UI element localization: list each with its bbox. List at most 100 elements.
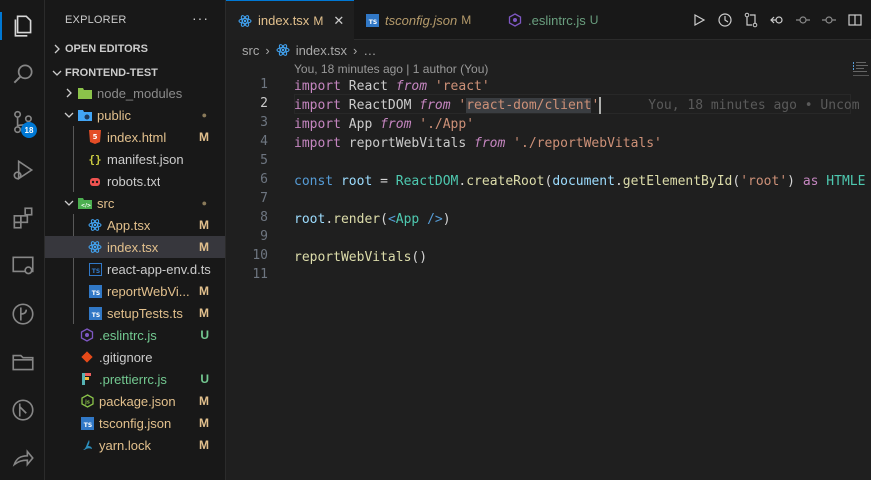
gitlens-icon[interactable]: [0, 390, 45, 430]
git-graph-icon[interactable]: [0, 294, 45, 334]
code-line[interactable]: import React from 'react': [294, 77, 490, 96]
editor-tabs: index.tsx M ✕ TS tsconfig.json M .eslint…: [226, 0, 871, 40]
tab-status: U: [589, 13, 599, 27]
tree-item-label: package.json: [99, 393, 176, 409]
activity-bar: 18: [0, 0, 45, 480]
code-token: />: [419, 212, 443, 227]
project-section[interactable]: FRONTEND-TEST: [45, 62, 225, 84]
compare-changes-icon[interactable]: [741, 10, 761, 30]
breadcrumb-symbols[interactable]: …: [363, 43, 376, 58]
code-token: as: [802, 174, 819, 189]
extensions-icon[interactable]: [0, 198, 45, 238]
chevron-right-icon: [54, 44, 60, 54]
folder-src-icon: </>: [77, 195, 93, 211]
line-number: 10: [252, 248, 268, 263]
code-token: =: [372, 174, 396, 189]
tree-item-eslintrc[interactable]: .eslintrc.js U: [45, 324, 225, 346]
code-token: getElementById: [622, 174, 733, 189]
git-status: U: [200, 328, 209, 342]
tree-item-react-app-env[interactable]: TS react-app-env.d.ts: [45, 258, 225, 280]
eslint-icon: [79, 327, 95, 343]
tree-item-index-tsx[interactable]: index.tsx M: [45, 236, 225, 258]
tree-item-src[interactable]: </> src ●: [45, 192, 225, 214]
code-token: import: [294, 117, 341, 132]
tree-item-package-json[interactable]: js package.json M: [45, 390, 225, 412]
run-icon[interactable]: [689, 10, 709, 30]
close-icon[interactable]: ✕: [333, 13, 344, 29]
code-token: './reportWebVitals': [505, 136, 662, 151]
line-number: 9: [260, 229, 268, 244]
tree-item-prettierrc[interactable]: .prettierrc.js U: [45, 368, 225, 390]
open-editors-section[interactable]: OPEN EDITORS: [45, 38, 225, 60]
tab-eslintrc[interactable]: .eslintrc.js U: [496, 0, 616, 40]
code-token: ': [591, 98, 600, 113]
code-token: (): [411, 250, 428, 265]
tree-item-manifest-json[interactable]: {} manifest.json: [45, 148, 225, 170]
tree-item-gitignore[interactable]: .gitignore: [45, 346, 225, 368]
tree-item-node-modules[interactable]: node_modules: [45, 82, 225, 104]
json-file-icon: {}: [88, 152, 102, 166]
nodejs-icon: js: [79, 393, 95, 409]
code-token: document: [552, 174, 615, 189]
git-status: M: [199, 394, 209, 408]
code-line[interactable]: import App from './App': [294, 115, 474, 134]
code-token: (: [732, 174, 741, 189]
breadcrumb-folder[interactable]: src: [242, 43, 259, 58]
code-token: createRoot: [466, 174, 545, 189]
code-token: ': [450, 98, 467, 113]
code-token: 'root': [740, 174, 788, 189]
typescript-icon: TS: [87, 305, 103, 321]
git-status: M: [199, 306, 209, 320]
breadcrumb-file[interactable]: index.tsx: [296, 43, 347, 58]
svg-text:TS: TS: [91, 290, 99, 297]
modified-dot: ●: [201, 198, 207, 208]
git-icon: [79, 349, 95, 365]
explorer-icon[interactable]: [0, 6, 45, 46]
tab-tsconfig-json[interactable]: TS tsconfig.json M: [354, 0, 494, 40]
react-icon: [87, 239, 103, 255]
code-token: .: [614, 174, 623, 189]
tree-item-public[interactable]: public ●: [45, 104, 225, 126]
split-editor-icon[interactable]: [845, 10, 865, 30]
timeline-icon[interactable]: [715, 10, 735, 30]
code-token: 'react': [427, 79, 490, 94]
tab-label: index.tsx: [258, 13, 310, 28]
tab-status: M: [461, 13, 472, 27]
tree-item-robots-txt[interactable]: robots.txt: [45, 170, 225, 192]
next-change-icon[interactable]: [819, 10, 839, 30]
tree-item-tsconfig[interactable]: TS tsconfig.json M: [45, 412, 225, 434]
tree-item-yarn-lock[interactable]: yarn.lock M: [45, 434, 225, 456]
tab-index-tsx[interactable]: index.tsx M ✕: [226, 0, 354, 40]
minimap[interactable]: [851, 60, 871, 100]
git-status: M: [199, 240, 209, 254]
search-icon[interactable]: [0, 54, 45, 94]
code-token: ): [787, 174, 803, 189]
git-codelens[interactable]: You, 18 minutes ago | 1 author (You): [294, 62, 488, 76]
git-status: U: [200, 372, 209, 386]
code-token: React: [340, 79, 396, 94]
tree-item-setup-tests[interactable]: TS setupTests.ts M: [45, 302, 225, 324]
tree-item-label: reportWebVi...: [107, 283, 190, 299]
code-editor[interactable]: You, 18 minutes ago | 1 author (You) 1 2…: [226, 60, 871, 480]
share-icon[interactable]: [0, 438, 45, 478]
tree-item-index-html[interactable]: 5 index.html M: [45, 126, 225, 148]
folder-icon[interactable]: [0, 342, 45, 382]
code-line[interactable]: reportWebVitals(): [294, 248, 427, 267]
typescript-config-icon: TS: [366, 13, 379, 27]
open-changes-icon[interactable]: [767, 10, 787, 30]
more-actions-icon[interactable]: ···: [192, 10, 209, 26]
react-icon: [87, 217, 103, 233]
git-status: M: [199, 130, 209, 144]
tree-item-label: setupTests.ts: [107, 305, 183, 321]
tree-item-app-tsx[interactable]: App.tsx M: [45, 214, 225, 236]
code-line[interactable]: import reportWebVitals from './reportWeb…: [294, 134, 662, 153]
code-line[interactable]: import ReactDOM from 'react-dom/client' …: [294, 96, 860, 115]
code-line[interactable]: const root = ReactDOM. createRoot (documen…: [294, 172, 865, 191]
tree-item-report-web-vitals[interactable]: TS reportWebVi... M: [45, 280, 225, 302]
previous-change-icon[interactable]: [793, 10, 813, 30]
code-line[interactable]: root.render(<App />): [294, 210, 451, 229]
source-control-icon[interactable]: 18: [0, 102, 45, 142]
tab-label: .eslintrc.js: [528, 12, 586, 28]
remote-explorer-icon[interactable]: [0, 246, 45, 286]
run-debug-icon[interactable]: [0, 150, 45, 190]
